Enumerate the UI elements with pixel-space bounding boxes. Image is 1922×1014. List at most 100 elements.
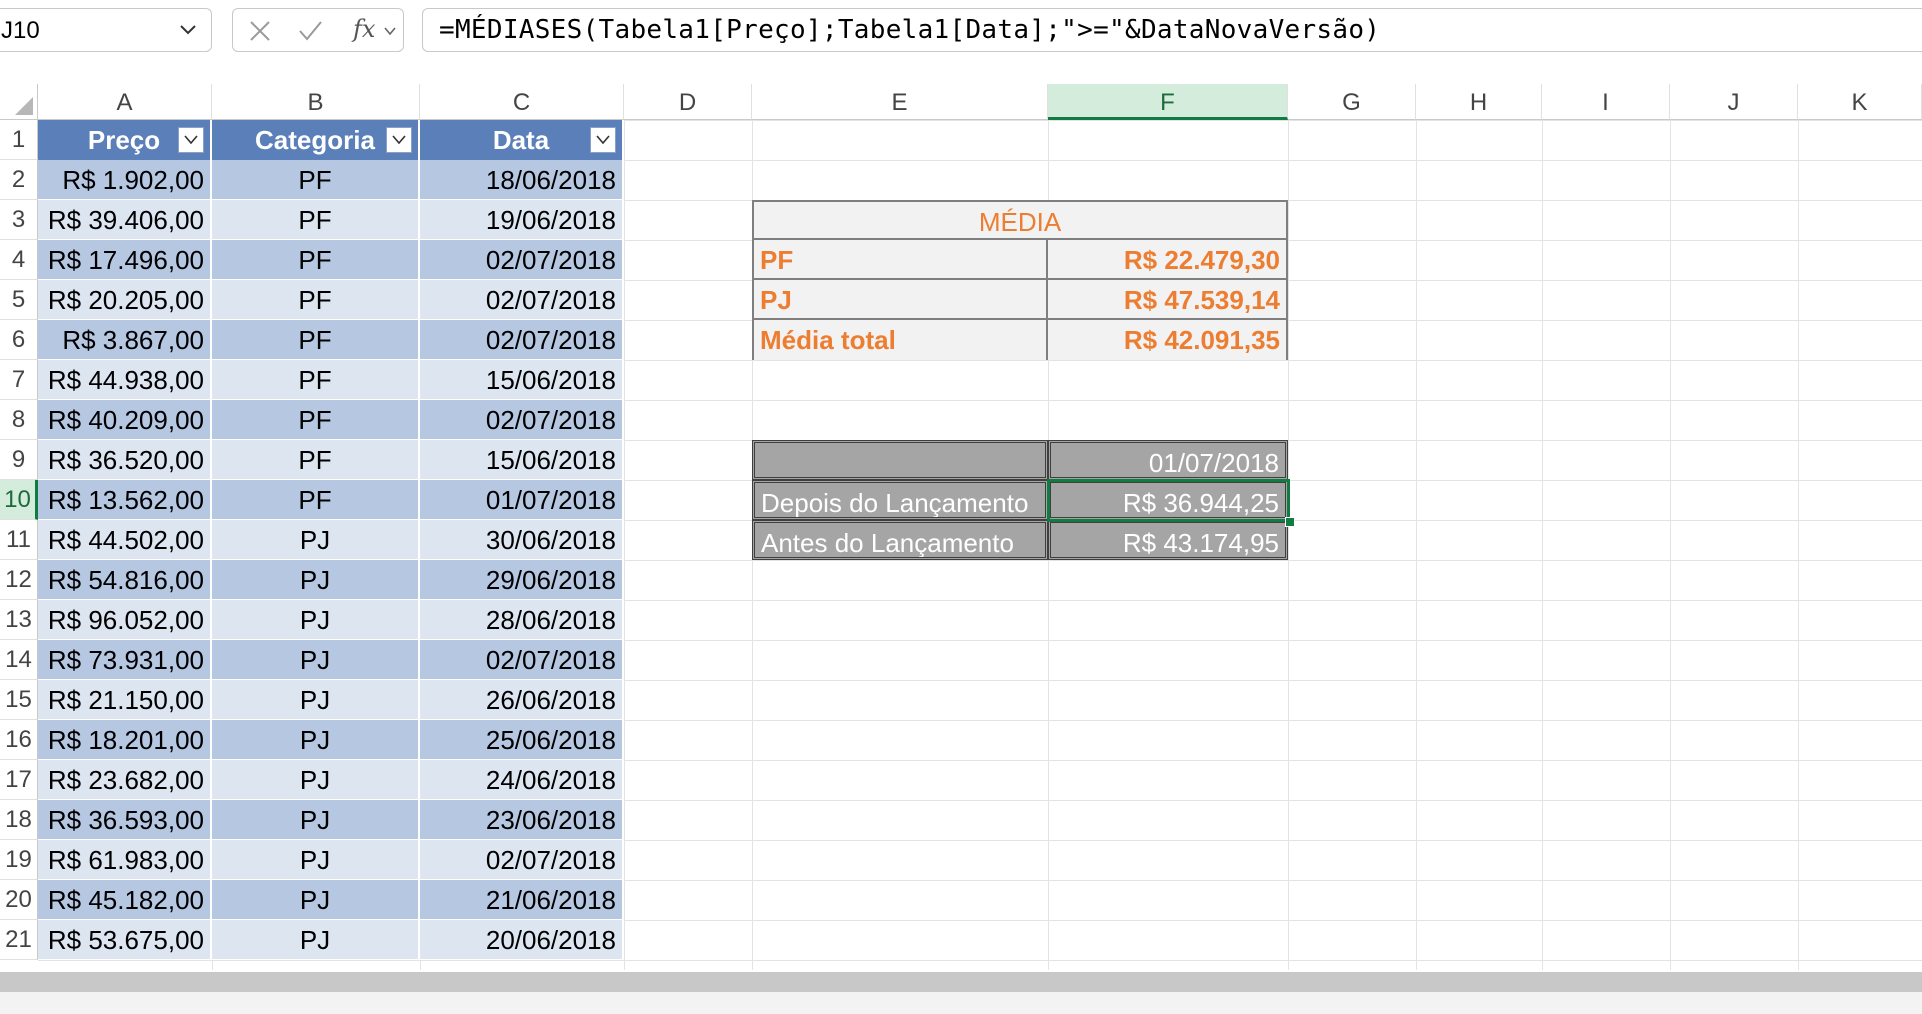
chevron-down-icon[interactable] (177, 18, 199, 40)
launch-header-empty[interactable] (752, 440, 1048, 480)
column-header-e[interactable]: E (752, 84, 1048, 120)
table-cell-preco[interactable]: R$ 61.983,00 (38, 840, 212, 880)
table-cell-categoria[interactable]: PF (212, 160, 420, 200)
table-cell-preco[interactable]: R$ 39.406,00 (38, 200, 212, 240)
row-header-1[interactable]: 1 (0, 120, 38, 160)
row-header-4[interactable]: 4 (0, 240, 38, 280)
table-cell-preco[interactable]: R$ 96.052,00 (38, 600, 212, 640)
filter-button-data[interactable] (590, 127, 616, 153)
row-header-12[interactable]: 12 (0, 560, 38, 600)
table-cell-preco[interactable]: R$ 40.209,00 (38, 400, 212, 440)
table-cell-preco[interactable]: R$ 1.902,00 (38, 160, 212, 200)
table-cell-categoria[interactable]: PJ (212, 760, 420, 800)
spreadsheet-grid[interactable]: A B C D E F G H I J K 1 2 3 4 5 6 7 8 9 10 11 12 13 14 15 16 17 18 19… (0, 84, 1922, 970)
media-value[interactable]: R$ 42.091,35 (1048, 320, 1286, 360)
row-header-13[interactable]: 13 (0, 600, 38, 640)
filter-button-categoria[interactable] (386, 127, 412, 153)
table-cell-categoria[interactable]: PJ (212, 840, 420, 880)
row-header-9[interactable]: 9 (0, 440, 38, 480)
table-cell-data[interactable]: 02/07/2018 (420, 640, 624, 680)
table-cell-preco[interactable]: R$ 45.182,00 (38, 880, 212, 920)
table-cell-preco[interactable]: R$ 53.675,00 (38, 920, 212, 960)
table-cell-preco[interactable]: R$ 3.867,00 (38, 320, 212, 360)
column-header-a[interactable]: A (38, 84, 212, 120)
table-cell-data[interactable]: 19/06/2018 (420, 200, 624, 240)
table-cell-preco[interactable]: R$ 18.201,00 (38, 720, 212, 760)
table-cell-categoria[interactable]: PF (212, 200, 420, 240)
filter-button-preco[interactable] (178, 127, 204, 153)
table-cell-categoria[interactable]: PF (212, 360, 420, 400)
row-header-7[interactable]: 7 (0, 360, 38, 400)
table-cell-preco[interactable]: R$ 44.502,00 (38, 520, 212, 560)
column-header-i[interactable]: I (1542, 84, 1670, 120)
column-header-f[interactable]: F (1048, 84, 1288, 120)
row-header-16[interactable]: 16 (0, 720, 38, 760)
row-header-21[interactable]: 21 (0, 920, 38, 960)
table-cell-data[interactable]: 15/06/2018 (420, 360, 624, 400)
media-value[interactable]: R$ 22.479,30 (1048, 240, 1286, 280)
table-cell-categoria[interactable]: PF (212, 280, 420, 320)
table-cell-categoria[interactable]: PJ (212, 560, 420, 600)
row-header-10[interactable]: 10 (0, 480, 38, 520)
table-cell-data[interactable]: 29/06/2018 (420, 560, 624, 600)
table-cell-data[interactable]: 02/07/2018 (420, 320, 624, 360)
table-cell-categoria[interactable]: PJ (212, 680, 420, 720)
table-cell-data[interactable]: 02/07/2018 (420, 240, 624, 280)
table-cell-preco[interactable]: R$ 20.205,00 (38, 280, 212, 320)
table-cell-categoria[interactable]: PF (212, 320, 420, 360)
row-header-8[interactable]: 8 (0, 400, 38, 440)
table-cell-categoria[interactable]: PJ (212, 880, 420, 920)
table-cell-preco[interactable]: R$ 44.938,00 (38, 360, 212, 400)
table-cell-preco[interactable]: R$ 73.931,00 (38, 640, 212, 680)
column-header-h[interactable]: H (1416, 84, 1542, 120)
table-cell-data[interactable]: 26/06/2018 (420, 680, 624, 720)
column-header-k[interactable]: K (1798, 84, 1922, 120)
table-cell-categoria[interactable]: PJ (212, 920, 420, 960)
fill-handle[interactable] (1285, 517, 1295, 527)
media-label[interactable]: PF (754, 240, 1048, 280)
table-cell-categoria[interactable]: PJ (212, 720, 420, 760)
column-header-d[interactable]: D (624, 84, 752, 120)
table-cell-data[interactable]: 23/06/2018 (420, 800, 624, 840)
horizontal-scrollbar[interactable] (0, 972, 1922, 992)
row-header-18[interactable]: 18 (0, 800, 38, 840)
table-cell-data[interactable]: 02/07/2018 (420, 280, 624, 320)
media-value[interactable]: R$ 47.539,14 (1048, 280, 1286, 320)
launch-label[interactable]: Antes do Lançamento (752, 520, 1048, 560)
launch-date[interactable]: 01/07/2018 (1048, 440, 1288, 480)
table-cell-categoria[interactable]: PF (212, 440, 420, 480)
table-cell-data[interactable]: 21/06/2018 (420, 880, 624, 920)
table-cell-data[interactable]: 02/07/2018 (420, 840, 624, 880)
table-cell-data[interactable]: 30/06/2018 (420, 520, 624, 560)
column-header-b[interactable]: B (212, 84, 420, 120)
table-cell-categoria[interactable]: PJ (212, 640, 420, 680)
column-header-j[interactable]: J (1670, 84, 1798, 120)
row-header-19[interactable]: 19 (0, 840, 38, 880)
column-header-g[interactable]: G (1288, 84, 1416, 120)
column-header-c[interactable]: C (420, 84, 624, 120)
row-header-11[interactable]: 11 (0, 520, 38, 560)
table-cell-data[interactable]: 25/06/2018 (420, 720, 624, 760)
table-cell-preco[interactable]: R$ 17.496,00 (38, 240, 212, 280)
select-all-corner[interactable] (0, 84, 38, 120)
table-cell-categoria[interactable]: PJ (212, 800, 420, 840)
enter-icon[interactable] (297, 19, 323, 43)
row-header-2[interactable]: 2 (0, 160, 38, 200)
table-cell-data[interactable]: 02/07/2018 (420, 400, 624, 440)
table-cell-data[interactable]: 01/07/2018 (420, 480, 624, 520)
table-cell-data[interactable]: 15/06/2018 (420, 440, 624, 480)
table-cell-categoria[interactable]: PJ (212, 600, 420, 640)
row-header-3[interactable]: 3 (0, 200, 38, 240)
cancel-icon[interactable] (247, 19, 273, 43)
table-cell-preco[interactable]: R$ 36.593,00 (38, 800, 212, 840)
row-header-15[interactable]: 15 (0, 680, 38, 720)
media-label[interactable]: Média total (754, 320, 1048, 360)
table-cell-preco[interactable]: R$ 21.150,00 (38, 680, 212, 720)
table-cell-data[interactable]: 24/06/2018 (420, 760, 624, 800)
row-header-17[interactable]: 17 (0, 760, 38, 800)
row-header-14[interactable]: 14 (0, 640, 38, 680)
function-icon[interactable]: fx (353, 15, 375, 43)
table-cell-preco[interactable]: R$ 13.562,00 (38, 480, 212, 520)
table-cell-preco[interactable]: R$ 54.816,00 (38, 560, 212, 600)
media-title[interactable]: MÉDIA (754, 202, 1286, 240)
